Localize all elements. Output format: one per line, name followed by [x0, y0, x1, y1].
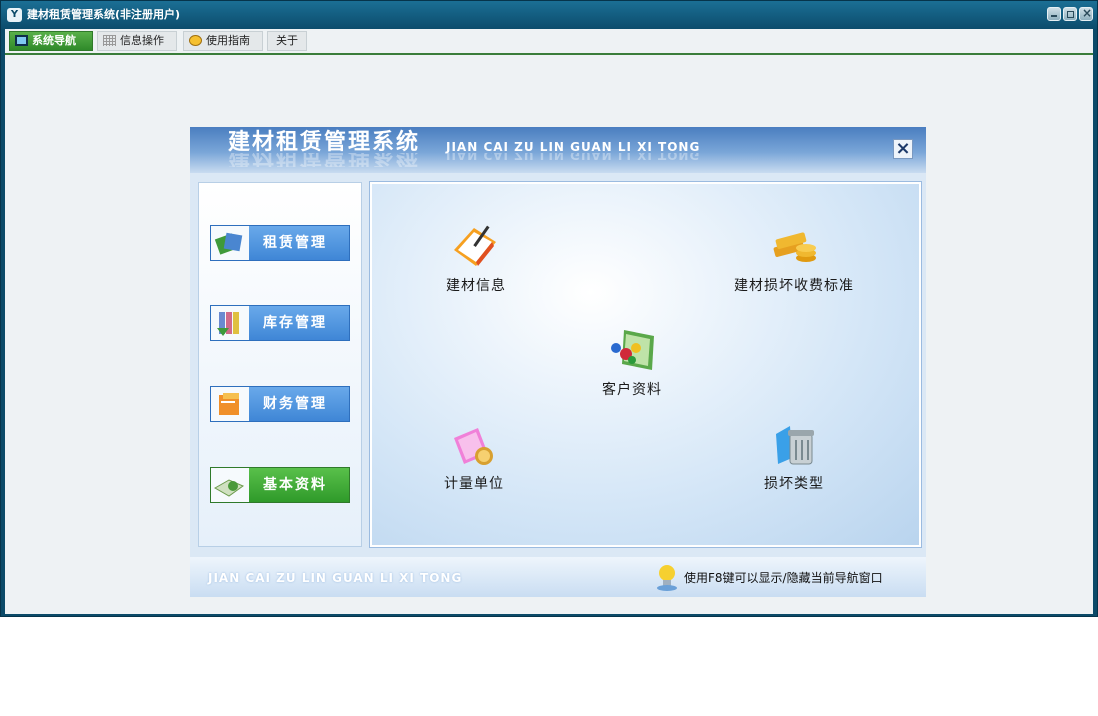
menu-basic-data[interactable]: 基本资料	[210, 467, 350, 503]
rent-icon	[211, 226, 249, 260]
damage-type-icon	[768, 420, 820, 468]
module-menu: 租赁管理 库存管理 财务管理 基本资料	[198, 182, 362, 547]
title-bar[interactable]: Y 建材租赁管理系统(非注册用户)	[1, 1, 1097, 29]
close-window-button[interactable]	[1079, 6, 1093, 21]
tab-label: 系统导航	[32, 34, 76, 47]
app-icon: Y	[7, 8, 22, 22]
item-damage-fee-standard[interactable]: 建材损坏收费标准	[714, 222, 874, 294]
help-icon	[189, 35, 202, 46]
menu-label: 基本资料	[263, 477, 327, 493]
tab-info-operation[interactable]: 信息操作	[97, 31, 177, 51]
item-material-info[interactable]: 建材信息	[396, 222, 556, 294]
panel-banner: 建材租赁管理系统 建材租赁管理系统 JIAN CAI ZU LIN GUAN L…	[190, 127, 926, 173]
navigation-panel: 建材租赁管理系统 建材租赁管理系统 JIAN CAI ZU LIN GUAN L…	[190, 127, 926, 597]
client-area: 系统导航 信息操作 使用指南 关于 建材租赁管理系统 建材租赁管理系统 JIAN…	[5, 29, 1093, 614]
menu-label: 租赁管理	[263, 235, 327, 251]
minimize-button[interactable]	[1047, 7, 1061, 21]
panel-footer: JIAN CAI ZU LIN GUAN LI XI TONG 使用F8键可以显…	[190, 557, 926, 597]
restore-button[interactable]	[1063, 7, 1077, 21]
item-measurement-unit[interactable]: 计量单位	[394, 420, 554, 492]
close-panel-button[interactable]: ×	[893, 139, 913, 159]
function-area: 建材信息 建材损坏收费标准 客户资料 计量单位 损坏类型	[370, 182, 921, 547]
tab-label: 使用指南	[206, 34, 250, 47]
tab-bar: 系统导航 信息操作 使用指南 关于	[5, 29, 1093, 55]
inventory-icon	[211, 306, 249, 340]
unit-icon	[448, 420, 500, 468]
monitor-icon	[15, 35, 28, 46]
item-label: 计量单位	[444, 476, 504, 492]
item-label: 损坏类型	[764, 476, 824, 492]
item-damage-type[interactable]: 损坏类型	[714, 420, 874, 492]
panel-subtitle-reflection: JIAN CAI ZU LIN GUAN LI XI TONG	[446, 153, 701, 162]
tab-label: 关于	[276, 34, 298, 47]
finance-icon	[211, 387, 249, 421]
item-label: 建材损坏收费标准	[734, 278, 854, 294]
menu-inventory-management[interactable]: 库存管理	[210, 305, 350, 341]
footer-brand-text: JIAN CAI ZU LIN GUAN LI XI TONG	[208, 571, 463, 585]
basic-data-icon	[211, 468, 249, 502]
panel-title-reflection: 建材租赁管理系统	[228, 153, 421, 167]
tab-user-guide[interactable]: 使用指南	[183, 31, 263, 51]
tab-system-navigation[interactable]: 系统导航	[9, 31, 93, 51]
tab-about[interactable]: 关于	[267, 31, 307, 51]
item-customer-data[interactable]: 客户资料	[552, 326, 712, 398]
lightbulb-icon	[656, 563, 678, 591]
menu-rent-management[interactable]: 租赁管理	[210, 225, 350, 261]
app-window: Y 建材租赁管理系统(非注册用户) 系统导航 信息操作 使用指南 关于	[0, 0, 1098, 617]
grid-icon	[103, 35, 116, 46]
menu-finance-management[interactable]: 财务管理	[210, 386, 350, 422]
customer-icon	[606, 326, 658, 374]
damage-fee-icon	[768, 222, 820, 270]
menu-label: 库存管理	[263, 315, 327, 331]
footer-hint: 使用F8键可以显示/隐藏当前导航窗口	[684, 571, 883, 585]
window-title: 建材租赁管理系统(非注册用户)	[27, 8, 181, 21]
tab-label: 信息操作	[120, 34, 164, 47]
material-info-icon	[450, 222, 502, 270]
item-label: 客户资料	[602, 382, 662, 398]
menu-label: 财务管理	[263, 396, 327, 412]
item-label: 建材信息	[446, 278, 506, 294]
